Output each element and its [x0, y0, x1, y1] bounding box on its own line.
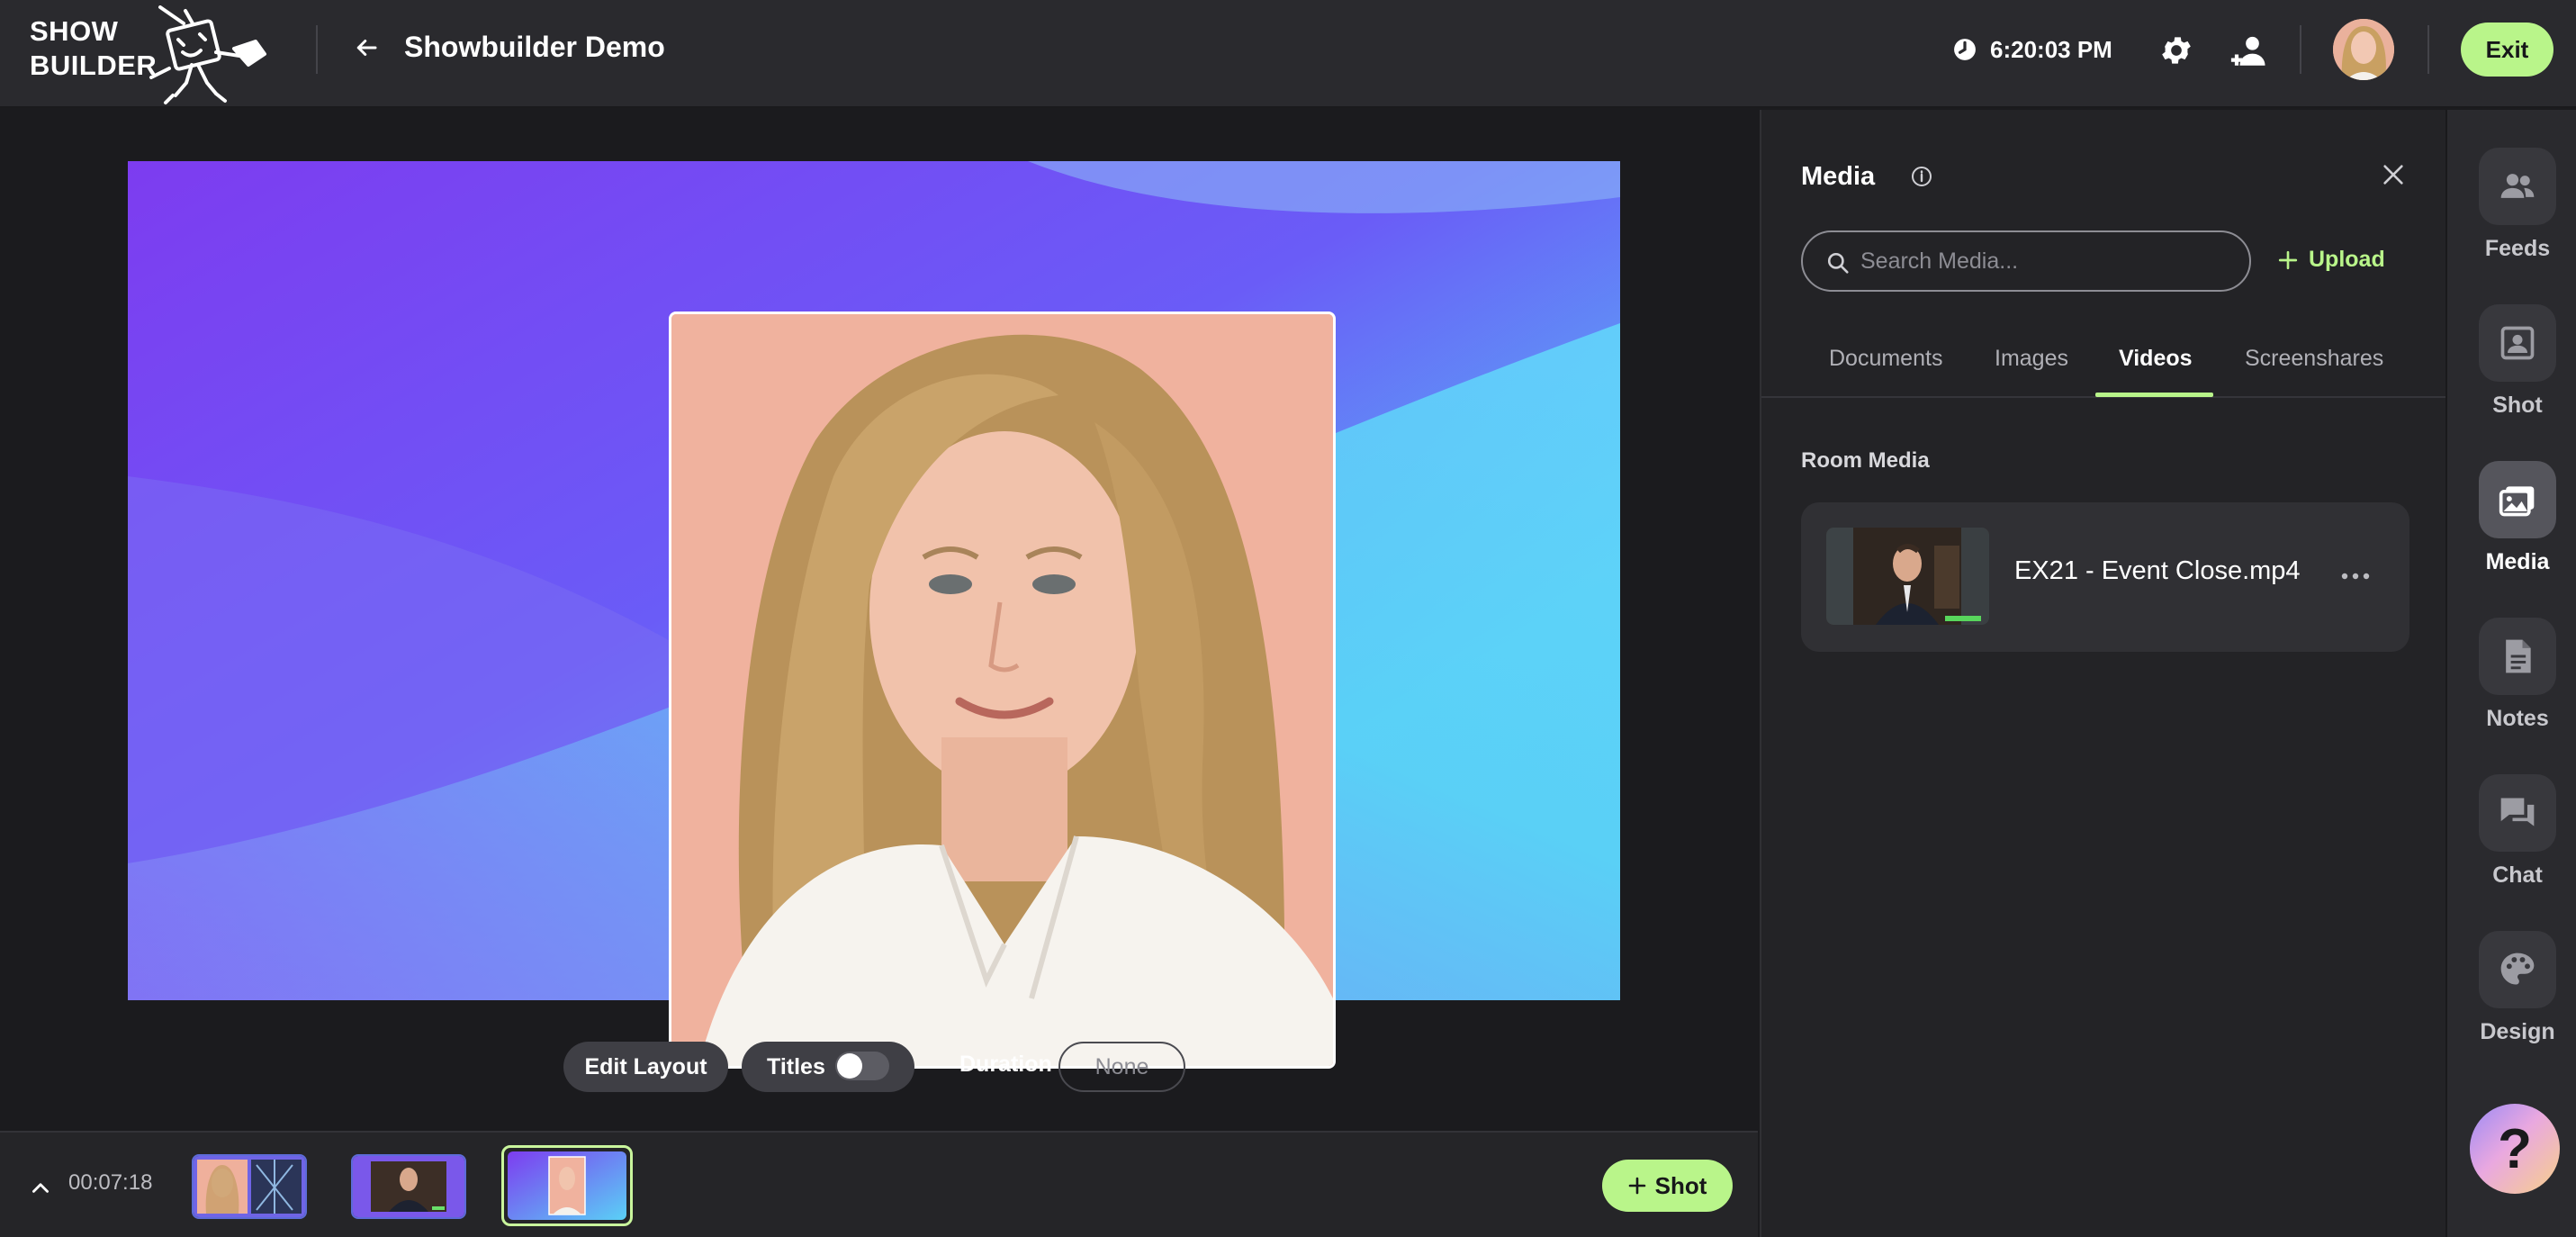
- robot-mascot-icon: [149, 5, 266, 104]
- rail-label: Feeds: [2484, 236, 2551, 261]
- video-thumbnail: [1826, 528, 1989, 625]
- rail-label: Notes: [2486, 706, 2549, 731]
- close-icon[interactable]: [2381, 162, 2406, 187]
- edit-layout-button[interactable]: Edit Layout: [563, 1042, 728, 1092]
- top-bar: SHOW BUILDER Showbuilder Demo 6:20:03 PM: [0, 0, 2576, 108]
- rail-icon-box: [2479, 148, 2556, 225]
- search-input[interactable]: [1860, 232, 2238, 290]
- rail-icon-box: [2479, 461, 2556, 538]
- search-icon: [1827, 252, 1849, 274]
- chat-icon: [2500, 798, 2535, 826]
- media-icon: [2499, 486, 2535, 517]
- panel-title: Media: [1801, 162, 1876, 191]
- upload-button[interactable]: Upload: [2278, 247, 2385, 273]
- duration-label: Duration: [959, 1052, 1052, 1077]
- rail-icon-box: [2479, 618, 2556, 695]
- add-shot-button[interactable]: Shot: [1602, 1160, 1733, 1212]
- rail-icon-box: [2479, 774, 2556, 852]
- upload-label: Upload: [2309, 247, 2385, 272]
- divider: [2300, 25, 2301, 74]
- people-icon: [2500, 174, 2535, 198]
- plus-icon: [1628, 1177, 1645, 1195]
- back-arrow-icon[interactable]: [353, 34, 380, 61]
- shot-thumbnail-2[interactable]: [351, 1154, 466, 1219]
- info-icon[interactable]: [1911, 166, 1932, 187]
- duration-select[interactable]: None: [1058, 1042, 1185, 1092]
- show-title: Showbuilder Demo: [404, 31, 665, 63]
- media-panel: Media Upload Documents Images Videos Scr…: [1760, 110, 2447, 1237]
- tab-documents[interactable]: Documents: [1829, 346, 1942, 372]
- gear-icon[interactable]: [2158, 32, 2194, 68]
- active-tab-indicator: [2095, 393, 2213, 397]
- shot-icon: [2500, 326, 2535, 360]
- shot-timeline: 00:07:18 Shot: [0, 1131, 1758, 1237]
- shot-thumbnail-1[interactable]: [192, 1154, 307, 1219]
- rail-item-chat[interactable]: Chat: [2447, 774, 2576, 909]
- participant-portrait[interactable]: [669, 312, 1336, 1069]
- elapsed-time: 00:07:18: [68, 1170, 153, 1195]
- more-options-icon[interactable]: [2337, 567, 2373, 585]
- palette-icon: [2500, 953, 2535, 985]
- rail-item-shot[interactable]: Shot: [2447, 304, 2576, 439]
- add-person-icon[interactable]: [2230, 32, 2268, 70]
- media-tabs: Documents Images Videos Screenshares: [1761, 326, 2447, 398]
- media-search[interactable]: [1801, 230, 2251, 292]
- divider: [316, 25, 318, 74]
- tab-images[interactable]: Images: [1995, 346, 2068, 372]
- notes-icon: [2506, 639, 2531, 673]
- rail-label: Chat: [2492, 862, 2543, 888]
- plus-icon: [2278, 250, 2298, 269]
- right-rail: Feeds Shot Media Notes Chat Design: [2445, 110, 2576, 1237]
- rail-label: Shot: [2492, 393, 2543, 418]
- media-item-name: EX21 - Event Close.mp4: [2014, 556, 2301, 585]
- tab-videos[interactable]: Videos: [2119, 346, 2193, 372]
- clock-time: 6:20:03 PM: [1990, 36, 2112, 63]
- divider: [2427, 25, 2429, 74]
- titles-toggle[interactable]: [835, 1052, 889, 1080]
- media-item[interactable]: EX21 - Event Close.mp4: [1801, 502, 2409, 652]
- add-shot-label: Shot: [1654, 1171, 1707, 1199]
- shot-thumbnail-3-selected[interactable]: [501, 1145, 633, 1226]
- rail-item-media[interactable]: Media: [2447, 461, 2576, 596]
- rail-item-feeds[interactable]: Feeds: [2447, 148, 2576, 283]
- clock-icon: [1954, 39, 1976, 60]
- section-label: Room Media: [1801, 448, 1930, 473]
- rail-label: Design: [2480, 1019, 2555, 1044]
- toggle-knob: [837, 1053, 862, 1079]
- rail-icon-box: [2479, 931, 2556, 1008]
- tab-screenshares[interactable]: Screenshares: [2245, 346, 2383, 372]
- rail-item-design[interactable]: Design: [2447, 931, 2576, 1066]
- rail-item-notes[interactable]: Notes: [2447, 618, 2576, 753]
- titles-label: Titles: [767, 1053, 825, 1079]
- help-button[interactable]: ?: [2470, 1104, 2560, 1194]
- rail-icon-box: [2479, 304, 2556, 382]
- exit-button[interactable]: Exit: [2461, 23, 2553, 77]
- user-avatar[interactable]: [2333, 19, 2394, 80]
- rail-label: Media: [2485, 549, 2550, 574]
- chevron-up-icon[interactable]: [29, 1176, 52, 1199]
